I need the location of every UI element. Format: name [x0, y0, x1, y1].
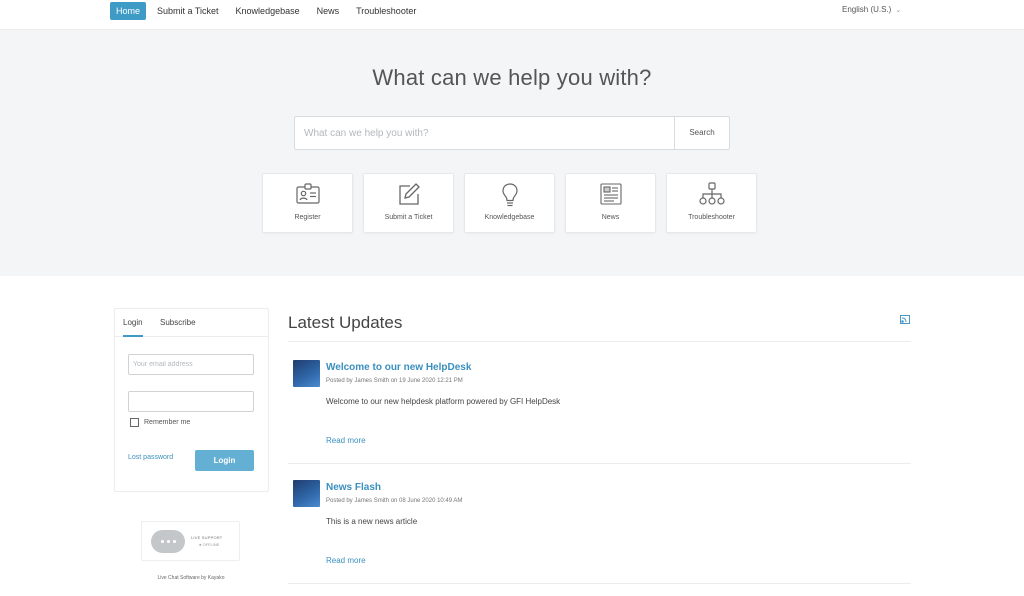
- tile-label: Register: [294, 214, 321, 221]
- tile-label: Troubleshooter: [688, 214, 735, 221]
- read-more-link[interactable]: Read more: [326, 436, 366, 445]
- edit-icon: [364, 182, 453, 208]
- search-bar: Search: [294, 116, 730, 150]
- quick-links: Register Submit a Ticket Knowledgebase N…: [262, 173, 757, 233]
- live-support-status: ● OFFLINE: [199, 542, 220, 547]
- checkbox[interactable]: [130, 418, 139, 427]
- tab-login[interactable]: Login: [123, 318, 143, 337]
- chat-bubble-icon: [151, 530, 185, 553]
- tile-label: News: [601, 214, 620, 221]
- nav-item-home[interactable]: Home: [110, 2, 147, 20]
- language-label: English (U.S.): [842, 5, 892, 14]
- top-navigation: Home Submit a Ticket Knowledgebase News …: [0, 0, 1024, 30]
- divider: [288, 341, 911, 342]
- nav-item-news[interactable]: News: [311, 2, 346, 20]
- article-meta: Posted by James Smith on 08 June 2020 10…: [326, 498, 463, 504]
- hero-section: What can we help you with? Search Regist…: [0, 30, 1024, 276]
- article-body: Welcome to our new helpdesk platform pow…: [326, 397, 561, 406]
- rss-icon[interactable]: [900, 311, 910, 324]
- remember-me-label: Remember me: [144, 419, 191, 426]
- tile-label: Knowledgebase: [484, 214, 535, 221]
- newspaper-icon: [566, 182, 655, 208]
- search-button[interactable]: Search: [674, 117, 729, 149]
- live-chat-credit: Live Chat Software by Kayako: [157, 575, 225, 581]
- email-field[interactable]: [128, 354, 254, 375]
- tile-knowledgebase[interactable]: Knowledgebase: [464, 173, 555, 233]
- tile-troubleshooter[interactable]: Troubleshooter: [666, 173, 757, 233]
- article-meta: Posted by James Smith on 19 June 2020 12…: [326, 378, 463, 384]
- tile-submit-ticket[interactable]: Submit a Ticket: [363, 173, 454, 233]
- nav-item-knowledgebase[interactable]: Knowledgebase: [230, 2, 306, 20]
- lightbulb-icon: [465, 182, 554, 208]
- article-body: This is a new news article: [326, 517, 418, 526]
- live-support-title: LIVE SUPPORT: [191, 535, 223, 540]
- tile-register[interactable]: Register: [262, 173, 353, 233]
- remember-me-checkbox[interactable]: Remember me: [130, 418, 190, 427]
- divider: [288, 463, 911, 464]
- hero-title: What can we help you with?: [372, 65, 652, 90]
- tab-subscribe[interactable]: Subscribe: [160, 318, 196, 327]
- article-title[interactable]: Welcome to our new HelpDesk: [326, 362, 471, 373]
- lost-password-link[interactable]: Lost password: [128, 454, 173, 461]
- avatar: [293, 480, 320, 507]
- nav-item-submit-ticket[interactable]: Submit a Ticket: [151, 2, 225, 20]
- language-selector[interactable]: English (U.S.) ⌄: [842, 5, 901, 14]
- tile-news[interactable]: News: [565, 173, 656, 233]
- search-input[interactable]: [295, 117, 674, 149]
- live-support-badge[interactable]: LIVE SUPPORT ● OFFLINE: [141, 521, 240, 561]
- chevron-down-icon: ⌄: [895, 7, 902, 14]
- login-tabs: Login Subscribe: [115, 309, 268, 337]
- sitemap-icon: [667, 182, 756, 208]
- nav-item-troubleshooter[interactable]: Troubleshooter: [350, 2, 422, 20]
- latest-updates-title: Latest Updates: [288, 313, 403, 332]
- login-button[interactable]: Login: [195, 450, 254, 471]
- divider: [288, 583, 911, 584]
- login-panel: Login Subscribe Remember me Lost passwor…: [114, 308, 269, 492]
- tile-label: Submit a Ticket: [384, 214, 433, 221]
- avatar: [293, 360, 320, 387]
- password-field[interactable]: [128, 391, 254, 412]
- id-card-icon: [263, 182, 352, 208]
- read-more-link[interactable]: Read more: [326, 556, 366, 565]
- article-title[interactable]: News Flash: [326, 482, 381, 493]
- nav-menu: Home Submit a Ticket Knowledgebase News …: [110, 1, 427, 21]
